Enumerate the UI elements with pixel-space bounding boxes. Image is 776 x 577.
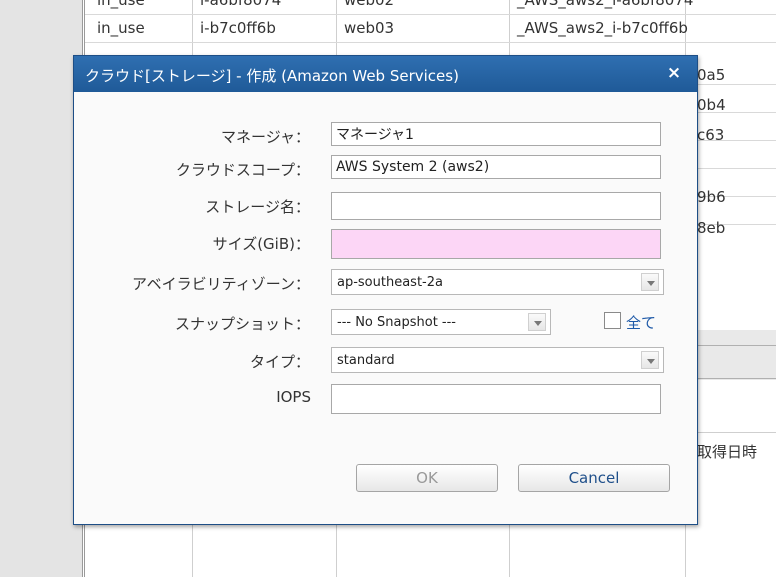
cancel-button[interactable]: Cancel bbox=[518, 464, 670, 492]
cell-status: in_use bbox=[97, 0, 145, 9]
availability-zone-value: ap-southeast-2a bbox=[337, 275, 443, 290]
chevron-down-icon[interactable] bbox=[641, 351, 659, 369]
iops-label: IOPS bbox=[276, 388, 311, 406]
size-field[interactable] bbox=[331, 229, 661, 259]
snapshot-label: スナップショット： bbox=[174, 315, 310, 333]
create-storage-dialog: クラウド[ストレージ] - 作成 (Amazon Web Services) ×… bbox=[73, 55, 698, 525]
cell-fragment: c63 bbox=[697, 126, 725, 144]
iops-field[interactable] bbox=[331, 384, 661, 414]
type-row: タイプ： standard bbox=[74, 347, 697, 373]
cell-status: in_use bbox=[97, 19, 145, 37]
cell-instance-id: i-b7c0ff6b bbox=[200, 19, 276, 37]
cell-facility-id: _AWS_aws2_i-b7c0ff6b bbox=[517, 19, 688, 37]
cloud-scope-label: クラウドスコープ： bbox=[175, 161, 310, 179]
cell-instance-id: i-a6bf8074 bbox=[200, 0, 282, 9]
size-row: サイズ(GiB)： bbox=[74, 229, 697, 259]
cell-name: web02 bbox=[344, 0, 395, 9]
chevron-down-icon[interactable] bbox=[641, 273, 659, 291]
snapshot-value: --- No Snapshot --- bbox=[337, 315, 456, 330]
close-icon[interactable]: × bbox=[665, 64, 683, 82]
cell-fragment: 0a5 bbox=[697, 66, 726, 84]
dialog-title: クラウド[ストレージ] - 作成 (Amazon Web Services) bbox=[85, 67, 459, 85]
manager-label: マネージャ： bbox=[221, 128, 310, 146]
table-row[interactable]: in_use i-a6bf8074 web02 _AWS_aws2_i-a6bf… bbox=[85, 0, 776, 15]
storage-name-field[interactable] bbox=[331, 192, 661, 220]
iops-row: IOPS bbox=[74, 384, 697, 414]
show-all-checkbox[interactable] bbox=[604, 312, 621, 329]
cell-name: web03 bbox=[344, 19, 395, 37]
type-value: standard bbox=[337, 353, 395, 368]
dialog-titlebar[interactable]: クラウド[ストレージ] - 作成 (Amazon Web Services) × bbox=[74, 56, 697, 92]
manager-row: マネージャ： bbox=[74, 122, 697, 148]
cell-fragment: 8eb bbox=[697, 219, 726, 237]
type-label: タイプ： bbox=[249, 353, 310, 371]
cell-fragment: 0b4 bbox=[697, 96, 726, 114]
availability-zone-row: アベイラビリティゾーン： ap-southeast-2a bbox=[74, 269, 697, 295]
chevron-down-icon[interactable] bbox=[528, 313, 546, 331]
column-header-fetch-time: 取得日時 bbox=[697, 443, 758, 461]
ok-button[interactable]: OK bbox=[356, 464, 498, 492]
snapshot-row: スナップショット： --- No Snapshot --- 全て bbox=[74, 309, 697, 335]
cell-fragment: 9b6 bbox=[697, 188, 726, 206]
storage-name-row: ストレージ名： bbox=[74, 192, 697, 220]
size-label: サイズ(GiB)： bbox=[212, 235, 310, 253]
manager-field[interactable] bbox=[331, 122, 661, 146]
availability-zone-label: アベイラビリティゾーン： bbox=[131, 275, 310, 293]
availability-zone-select[interactable]: ap-southeast-2a bbox=[331, 269, 664, 295]
table-row[interactable]: in_use i-b7c0ff6b web03 _AWS_aws2_i-b7c0… bbox=[85, 14, 776, 43]
show-all-label[interactable]: 全て bbox=[626, 312, 656, 333]
cloud-scope-row: クラウドスコープ： bbox=[74, 155, 697, 181]
snapshot-select[interactable]: --- No Snapshot --- bbox=[331, 309, 551, 335]
cloud-scope-field[interactable] bbox=[331, 155, 661, 179]
cell-facility-id: _AWS_aws2_i-a6bf8074 bbox=[517, 0, 694, 9]
type-select[interactable]: standard bbox=[331, 347, 664, 373]
storage-name-label: ストレージ名： bbox=[205, 198, 310, 216]
